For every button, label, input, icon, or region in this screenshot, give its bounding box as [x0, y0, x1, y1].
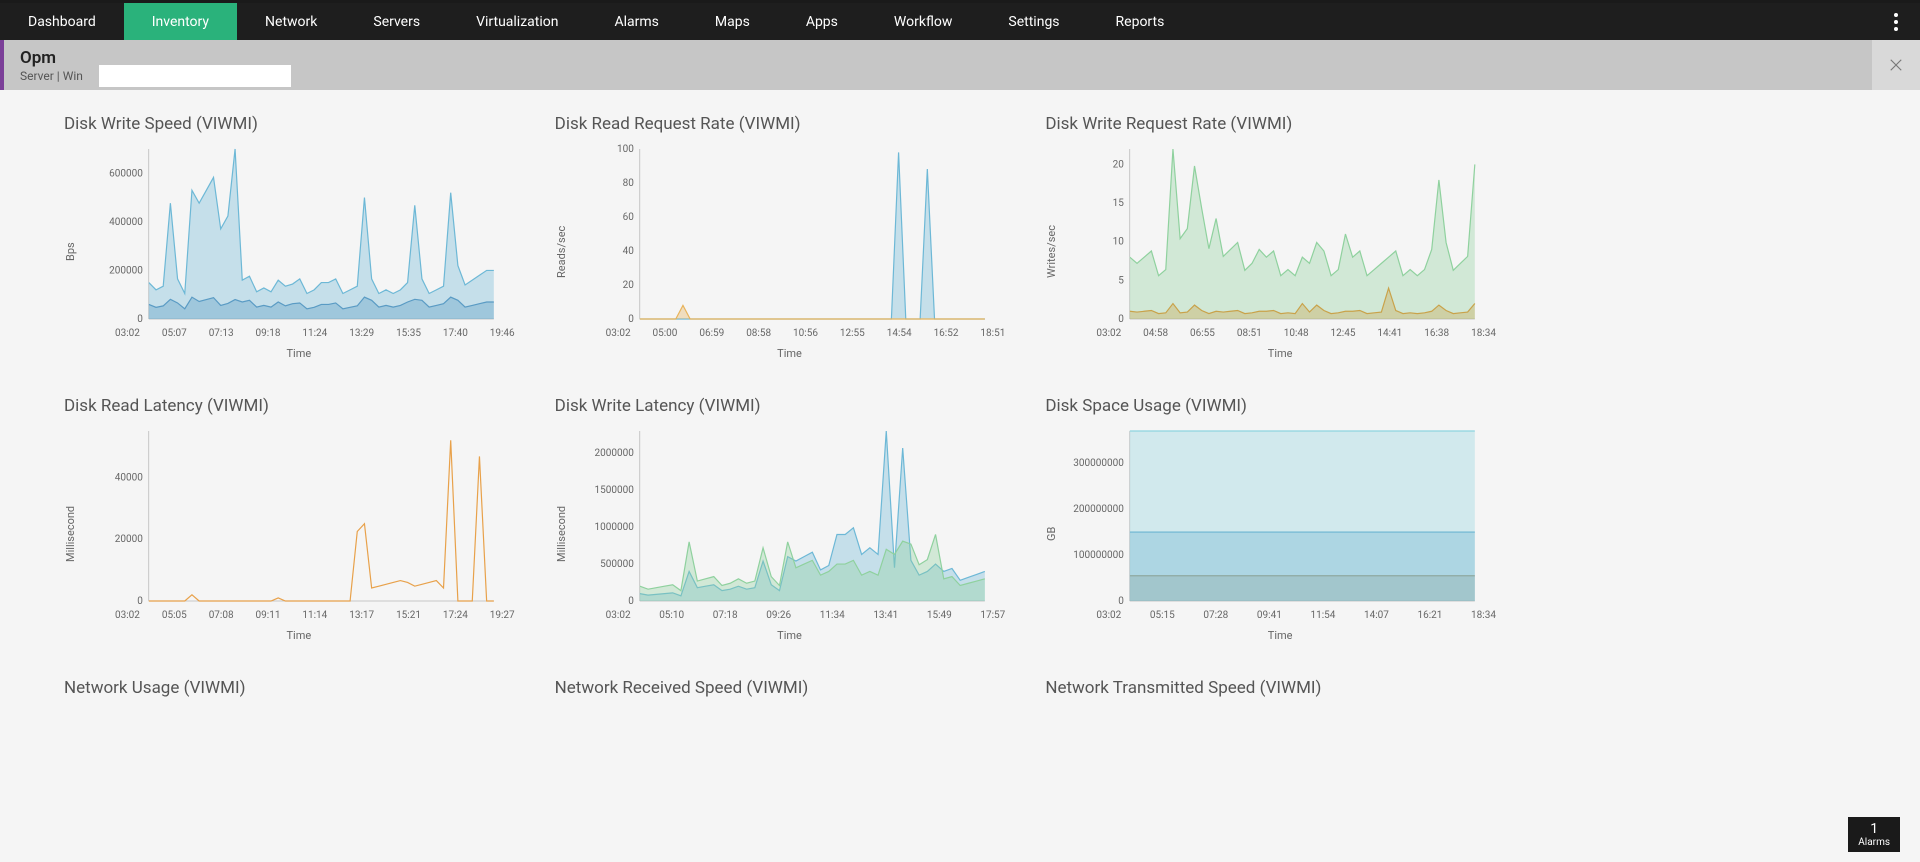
x-axis-ticks: 03:0204:5806:5508:5110:4812:4514:4116:38…: [1064, 324, 1496, 339]
svg-text:80: 80: [622, 178, 634, 189]
x-axis-label: Time: [574, 347, 1006, 360]
svg-text:200000: 200000: [109, 265, 143, 276]
chart-card: Disk Space Usage (VIWMI) GB 0 100000000 2000…: [1045, 396, 1496, 642]
svg-text:1500000: 1500000: [594, 485, 634, 496]
svg-text:1000000: 1000000: [594, 522, 634, 533]
chart-title: Disk Write Speed (VIWMI): [64, 114, 515, 134]
svg-text:400000: 400000: [109, 217, 143, 228]
svg-text:40000: 40000: [115, 472, 143, 483]
close-button[interactable]: [1872, 40, 1920, 90]
y-axis-label: Reads/sec: [555, 144, 568, 360]
chart-card: Network Usage (VIWMI): [64, 678, 515, 708]
nav-item-settings[interactable]: Settings: [980, 3, 1087, 40]
x-axis-ticks: 03:0205:0006:5908:5810:5612:5514:5416:52…: [574, 324, 1006, 339]
svg-text:600000: 600000: [109, 168, 143, 179]
alarms-label: Alarms: [1858, 837, 1890, 848]
chart-plot[interactable]: 0 200000 400000 600000: [83, 144, 515, 324]
svg-text:2000000: 2000000: [594, 448, 634, 459]
nav-item-servers[interactable]: Servers: [345, 3, 448, 40]
charts-grid: Disk Write Speed (VIWMI)Bps0200000400000…: [0, 90, 1560, 732]
chart-title: Disk Write Latency (VIWMI): [555, 396, 1006, 416]
kebab-menu-icon[interactable]: [1884, 3, 1908, 40]
chart-card: Disk Write Request Rate (VIWMI) Writes/se…: [1045, 114, 1496, 360]
nav-item-dashboard[interactable]: Dashboard: [0, 3, 124, 40]
chart-title: Network Transmitted Speed (VIWMI): [1045, 678, 1496, 698]
y-axis-label: Millisecond: [555, 426, 568, 642]
redacted-mask: [99, 65, 291, 87]
svg-text:20: 20: [1113, 159, 1125, 170]
svg-text:40: 40: [622, 246, 634, 257]
svg-text:10: 10: [1113, 237, 1125, 248]
svg-text:20000: 20000: [115, 534, 143, 545]
x-axis-label: Time: [83, 629, 515, 642]
main-nav: DashboardInventoryNetworkServersVirtuali…: [0, 3, 1920, 40]
nav-item-maps[interactable]: Maps: [687, 3, 778, 40]
chart-title: Network Received Speed (VIWMI): [555, 678, 1006, 698]
nav-item-workflow[interactable]: Workflow: [866, 3, 981, 40]
nav-item-alarms[interactable]: Alarms: [586, 3, 686, 40]
x-axis-ticks: 03:0205:0507:0809:1111:1413:1715:2117:24…: [83, 606, 515, 621]
chart-plot[interactable]: 0 20000 40000: [83, 426, 515, 606]
chart-plot[interactable]: 0 500000 1000000 1500000 2000000: [574, 426, 1006, 606]
nav-item-virtualization[interactable]: Virtualization: [448, 3, 586, 40]
svg-text:15: 15: [1113, 198, 1125, 209]
x-axis-ticks: 03:0205:1507:2809:4111:5414:0716:2118:34: [1064, 606, 1496, 621]
chart-card: Disk Read Latency (VIWMI) Millisecond 0 200…: [64, 396, 515, 642]
chart-title: Network Usage (VIWMI): [64, 678, 515, 698]
x-axis-label: Time: [574, 629, 1006, 642]
chart-plot[interactable]: 0 5 10 15 20: [1064, 144, 1496, 324]
chart-title: Disk Read Latency (VIWMI): [64, 396, 515, 416]
chart-plot[interactable]: 0 20 40 60 80 100: [574, 144, 1006, 324]
svg-text:0: 0: [137, 596, 143, 606]
chart-card: Disk Read Request Rate (VIWMI) Reads/sec 0…: [555, 114, 1006, 360]
x-axis-ticks: 03:0205:1007:1809:2611:3413:4115:4917:57: [574, 606, 1006, 621]
alarms-count: 1: [1858, 821, 1890, 837]
nav-item-reports[interactable]: Reports: [1088, 3, 1193, 40]
alarms-badge[interactable]: 1 Alarms: [1848, 817, 1900, 852]
close-icon: [1887, 56, 1905, 74]
x-axis-ticks: 03:0205:0707:1309:1811:2413:2915:3517:40…: [83, 324, 515, 339]
svg-text:0: 0: [1119, 314, 1125, 324]
svg-text:0: 0: [628, 314, 634, 324]
svg-text:0: 0: [628, 596, 634, 606]
svg-text:20: 20: [622, 280, 634, 291]
y-axis-label: GB: [1045, 426, 1058, 642]
nav-item-network[interactable]: Network: [237, 3, 345, 40]
svg-text:0: 0: [137, 314, 143, 324]
chart-title: Disk Write Request Rate (VIWMI): [1045, 114, 1496, 134]
x-axis-label: Time: [83, 347, 515, 360]
chart-card: Disk Write Speed (VIWMI) Bps 0 200000 400000…: [64, 114, 515, 360]
nav-item-inventory[interactable]: Inventory: [124, 3, 237, 40]
svg-text:60: 60: [622, 212, 634, 223]
svg-text:5: 5: [1119, 275, 1125, 286]
svg-text:100: 100: [617, 144, 634, 155]
x-axis-label: Time: [1064, 629, 1496, 642]
subtitle-prefix: Server | Win: [20, 69, 83, 83]
svg-text:300000000: 300000000: [1074, 458, 1125, 469]
svg-text:500000: 500000: [600, 559, 634, 570]
chart-card: Network Transmitted Speed (VIWMI): [1045, 678, 1496, 708]
y-axis-label: Bps: [64, 144, 77, 360]
chart-card: Disk Write Latency (VIWMI) Millisecond 0 50…: [555, 396, 1006, 642]
y-axis-label: Millisecond: [64, 426, 77, 642]
chart-title: Disk Space Usage (VIWMI): [1045, 396, 1496, 416]
chart-card: Network Received Speed (VIWMI): [555, 678, 1006, 708]
svg-text:100000000: 100000000: [1074, 550, 1125, 561]
chart-plot[interactable]: 0 100000000 200000000 300000000: [1064, 426, 1496, 606]
nav-item-apps[interactable]: Apps: [778, 3, 866, 40]
sub-header: Opm Server | Win lost: [0, 40, 1920, 90]
y-axis-label: Writes/sec: [1045, 144, 1058, 360]
chart-title: Disk Read Request Rate (VIWMI): [555, 114, 1006, 134]
svg-text:0: 0: [1119, 596, 1125, 606]
x-axis-label: Time: [1064, 347, 1496, 360]
svg-text:200000000: 200000000: [1074, 504, 1125, 515]
